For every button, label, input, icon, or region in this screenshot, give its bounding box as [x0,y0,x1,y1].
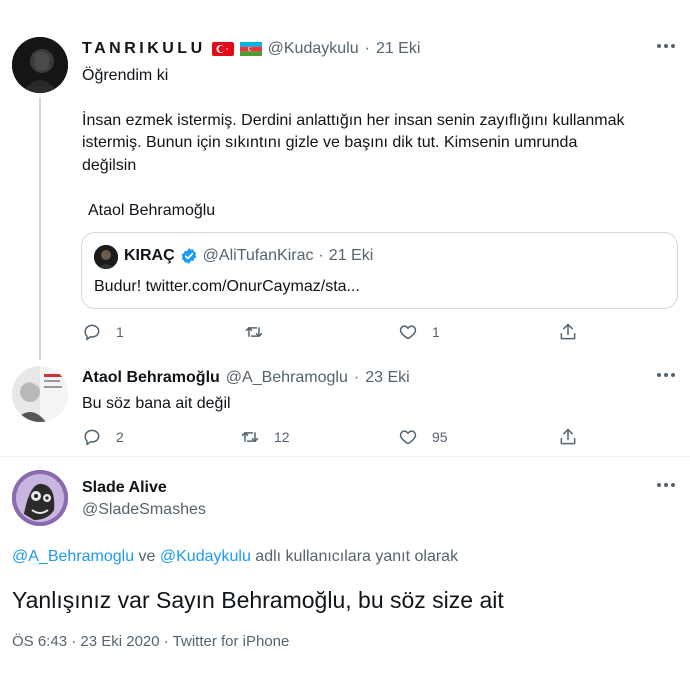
share-icon [560,323,576,340]
mention-link[interactable]: @A_Behramoglu [12,548,134,565]
main-tweet-text: Yanlışınız var Sayın Behramoğlu, bu söz … [12,587,504,613]
quote-date[interactable]: 21 Eki [329,247,373,265]
tweet-text: Bu söz bana ait değil [82,395,231,412]
reply-button[interactable]: 1 [82,322,124,342]
azerbaijan-flag-icon [239,42,262,56]
avatar-slade[interactable] [12,470,68,526]
handle[interactable]: @A_Behramoglu [226,369,348,387]
display-name[interactable]: TANRIKULU [82,40,206,58]
tweet-text-line-3: istermiş. Bunun için sıkıntını gizle ve … [82,134,578,151]
reply-context-conj: ve [134,548,160,565]
quoted-tweet[interactable]: KIRAÇ @AliTufanKirac · 21 Eki Budur! twi… [81,232,678,309]
like-button[interactable]: 95 [398,427,448,447]
avatar-image [12,37,68,93]
share-button[interactable] [558,322,578,342]
separator: · [318,247,324,264]
tweet-text-line-4: değilsin [82,157,137,174]
reply-count: 1 [116,324,124,340]
avatar-image [12,366,68,422]
quote-avatar[interactable] [94,245,118,269]
tweet-date[interactable]: 23 Eki [365,369,409,387]
quote-text: Budur! twitter.com/OnurCaymaz/sta... [94,278,360,295]
divider [0,456,690,457]
display-name[interactable]: Ataol Behramoğlu [82,369,220,387]
share-button[interactable] [558,427,578,447]
mention-link[interactable]: @Kudaykulu [160,548,251,565]
handle[interactable]: @Kudaykulu [268,40,359,58]
retweet-count: 12 [274,429,290,445]
tweet-timestamp[interactable]: ÖS 6:43 · 23 Eki 2020 · Twitter for iPho… [12,633,289,650]
retweet-icon [245,327,263,337]
tweet-text-line-1: Öğrendim ki [82,67,169,84]
reply-context: @A_Behramoglu ve @Kudaykulu adlı kullanı… [12,548,458,566]
verified-badge-icon [181,248,196,264]
more-icon[interactable] [656,38,676,56]
thread-line [39,97,41,360]
share-icon [560,428,576,445]
like-count: 1 [432,324,440,340]
handle[interactable]: @SladeSmashes [82,501,206,519]
reply-icon [84,324,100,341]
separator: · [353,369,360,386]
more-icon[interactable] [656,477,676,495]
quote-display-name[interactable]: KIRAÇ [124,247,175,265]
reply-button[interactable]: 2 [82,427,124,447]
separator: · [364,40,370,57]
like-count: 95 [432,429,448,445]
tweet-header: Ataol Behramoğlu @A_Behramoglu · 23 Eki [82,369,410,387]
reply-context-suffix: adlı kullanıcılara yanıt olarak [250,548,459,565]
turkey-flag-icon [211,42,234,56]
like-icon [399,325,417,340]
quote-handle[interactable]: @AliTufanKirac [203,247,314,265]
tweet-text-line-2: İnsan ezmek istermiş. Derdini anlattığın… [82,112,625,129]
like-button[interactable]: 1 [398,322,440,342]
more-icon[interactable] [656,367,676,385]
retweet-button[interactable]: 12 [240,427,290,447]
retweet-icon [241,432,259,442]
reply-count: 2 [116,429,124,445]
retweet-button[interactable] [244,322,278,342]
tweet-text-line-5: Ataol Behramoğlu [88,202,216,219]
display-name[interactable]: Slade Alive [82,479,167,497]
avatar-tanrikulu[interactable] [12,37,68,93]
like-icon [399,430,417,445]
tweet-date[interactable]: 21 Eki [376,40,420,58]
tweet-header: TANRIKULU @Kudaykulu · 21 Eki [82,40,420,58]
avatar-behramoglu[interactable] [12,366,68,422]
avatar-image [12,470,68,526]
reply-icon [84,429,100,446]
